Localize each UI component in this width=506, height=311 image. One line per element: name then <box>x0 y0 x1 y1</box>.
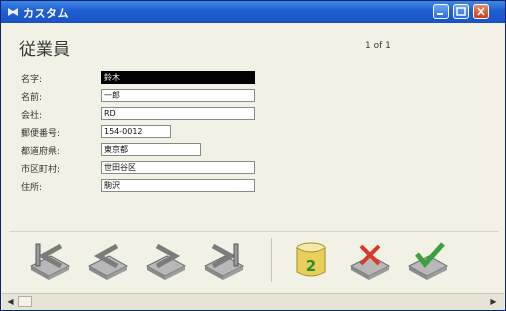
layout-header: 従業員 1 of 1 <box>9 31 497 60</box>
toolbar-separator <box>271 238 272 282</box>
field-row-last-name: 名字: 鈴木 <box>21 71 281 85</box>
field-label: 郵便番号: <box>21 129 61 139</box>
app-icon <box>8 8 18 16</box>
title-bar[interactable]: カスタム <box>1 1 505 23</box>
postal-code-field[interactable]: 154-0012 <box>101 125 171 138</box>
scroll-right-icon[interactable]: ▶ <box>488 296 499 307</box>
maximize-icon <box>456 7 466 16</box>
field-label: 市区町村: <box>21 165 61 175</box>
field-label: 名前: <box>21 93 43 103</box>
prefecture-field[interactable]: 東京都 <box>101 143 201 156</box>
field-row-postal-code: 郵便番号: 154-0012 <box>21 125 281 139</box>
confirm-record-icon[interactable] <box>405 238 451 282</box>
maximize-button[interactable] <box>453 4 469 19</box>
field-row-prefecture: 都道府県: 東京都 <box>21 143 281 157</box>
minimize-icon <box>437 13 443 15</box>
field-label: 住所: <box>21 183 43 193</box>
scroll-thumb[interactable] <box>18 296 32 307</box>
window-title: カスタム <box>23 7 69 20</box>
field-row-first-name: 名前: 一郎 <box>21 89 281 103</box>
record-count: 1 of 1 <box>365 41 391 51</box>
next-record-icon[interactable] <box>143 238 189 282</box>
address-field[interactable]: 駒沢 <box>101 179 255 192</box>
close-icon <box>477 7 485 16</box>
field-row-city: 市区町村: 世田谷区 <box>21 161 281 175</box>
horizontal-scrollbar[interactable]: ◀ ▶ <box>2 293 504 310</box>
close-button[interactable] <box>473 4 489 19</box>
previous-record-icon[interactable] <box>85 238 131 282</box>
application-window: カスタム 従業員 1 of 1 名字: 鈴木 名前: 一郎 会社: RD 郵便番… <box>0 0 506 311</box>
new-record-icon[interactable]: 2 <box>289 238 335 282</box>
field-row-company: 会社: RD <box>21 107 281 121</box>
first-record-icon[interactable] <box>27 238 73 282</box>
first-name-field[interactable]: 一郎 <box>101 89 255 102</box>
minimize-button[interactable] <box>433 4 449 19</box>
field-label: 都道府県: <box>21 147 61 157</box>
field-row-address: 住所: 駒沢 <box>21 179 281 193</box>
svg-text:2: 2 <box>306 257 316 275</box>
company-field[interactable]: RD <box>101 107 255 120</box>
last-record-icon[interactable] <box>201 238 247 282</box>
field-label: 会社: <box>21 111 43 121</box>
city-field[interactable]: 世田谷区 <box>101 161 255 174</box>
field-label: 名字: <box>21 75 43 85</box>
delete-record-icon[interactable] <box>347 238 393 282</box>
last-name-field[interactable]: 鈴木 <box>101 71 255 84</box>
record-toolbar: 2 <box>9 231 499 288</box>
layout-title: 従業員 <box>19 40 70 60</box>
scroll-left-icon[interactable]: ◀ <box>5 296 16 307</box>
